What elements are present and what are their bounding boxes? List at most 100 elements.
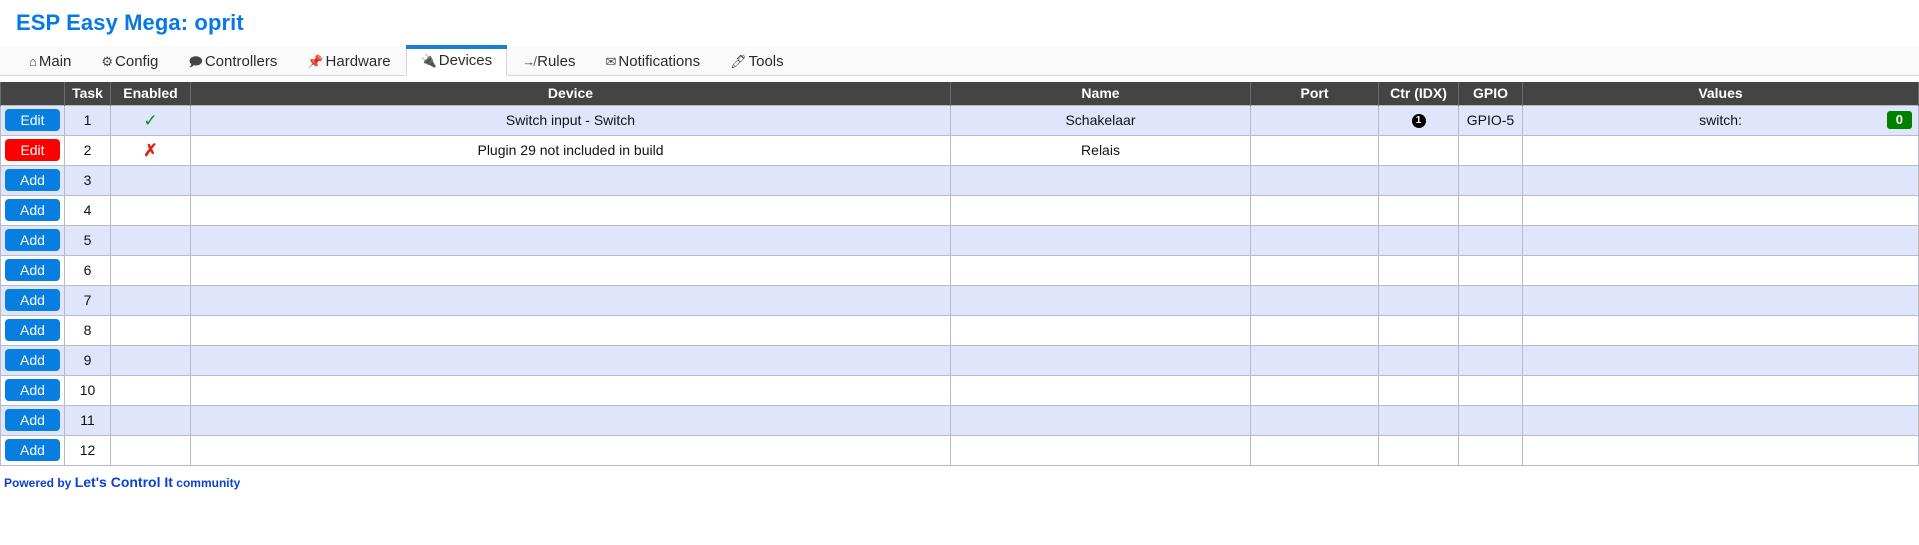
envelope-icon: ✉ [605,53,617,69]
cell-action: Add [0,284,65,316]
tab-hardware[interactable]: 📌 Hardware [292,46,405,75]
cell-enabled [110,374,191,406]
cell-port [1250,224,1379,256]
table-row: Add 6 [0,254,1919,286]
table-row: Add 4 [0,194,1919,226]
cell-task-number: 2 [64,134,111,166]
wrench-icon: 🖊 [730,53,747,69]
table-row: Add 10 [0,374,1919,406]
cell-name [950,374,1251,406]
cell-device [190,254,951,286]
cell-port [1250,104,1379,136]
arrow-branch-icon: ↛ [522,53,536,69]
add-task-button[interactable]: Add [5,409,60,431]
table-row: Add 12 [0,434,1919,466]
cell-gpio [1458,134,1523,166]
cell-ctr-idx [1378,284,1459,316]
cell-enabled [110,344,191,376]
tab-notifications[interactable]: ✉ Notifications [590,46,715,75]
cell-gpio [1458,284,1523,316]
cell-action: Add [0,194,65,226]
cell-action: Add [0,344,65,376]
cell-name: Schakelaar [950,104,1251,136]
add-task-button[interactable]: Add [5,199,60,221]
tab-devices[interactable]: 🔌 Devices [405,45,508,76]
checkmark-icon: ✓ [143,110,158,130]
cell-values [1522,284,1919,316]
tab-controllers[interactable]: 🗩 Controllers [173,46,292,75]
cell-task-number: 10 [64,374,111,406]
cell-name [950,284,1251,316]
table-row: Add 9 [0,344,1919,376]
cell-task-number: 6 [64,254,111,286]
table-body: Edit 1 ✓ Switch input - Switch Schakelaar 1 GP… [0,104,1919,466]
cell-action: Add [0,254,65,286]
footer-suffix: community [176,475,241,490]
cell-port [1250,254,1379,286]
cell-task-number: 4 [64,194,111,226]
tab-label: Notifications [618,52,701,70]
column-header-name: Name [950,82,1251,105]
edit-task-button[interactable]: Edit [5,109,60,131]
cell-task-number: 9 [64,344,111,376]
cell-port [1250,134,1379,166]
cell-device [190,404,951,436]
column-header-task: Task [64,82,111,105]
cell-action: Add [0,434,65,466]
cell-port [1250,434,1379,466]
cell-gpio [1458,434,1523,466]
cell-name [950,164,1251,196]
column-header-values: Values [1522,82,1919,105]
add-task-button[interactable]: Add [5,349,60,371]
cell-device [190,314,951,346]
cell-enabled [110,164,191,196]
table-row: Add 7 [0,284,1919,316]
table-row: Add 11 [0,404,1919,436]
cell-task-number: 7 [64,284,111,316]
column-header-action [0,82,65,105]
cell-gpio: GPIO-5 [1458,104,1523,136]
tab-rules[interactable]: ↛ Rules [507,46,590,75]
main-navigation: ⌂ Main ⚙ Config 🗩 Controllers 📌 Hardware 🔌 Device… [0,45,1919,76]
column-header-gpio: GPIO [1458,82,1523,105]
cell-device [190,164,951,196]
column-header-device: Device [190,82,951,105]
add-task-button[interactable]: Add [5,169,60,191]
cell-name [950,224,1251,256]
cell-port [1250,164,1379,196]
cell-enabled [110,314,191,346]
cell-ctr-idx [1378,344,1459,376]
add-task-button[interactable]: Add [5,439,60,461]
cell-values: switch: 0 [1522,104,1919,136]
cell-action: Add [0,404,65,436]
tab-label: Hardware [325,52,391,70]
add-task-button[interactable]: Add [5,319,60,341]
value-badge: 0 [1886,111,1912,129]
footer-prefix: Powered by [4,475,72,490]
cell-ctr-idx [1378,374,1459,406]
cell-gpio [1458,194,1523,226]
cell-ctr-idx [1378,134,1459,166]
cell-values [1522,194,1919,226]
tab-config[interactable]: ⚙ Config [86,46,173,75]
table-row: Add 8 [0,314,1919,346]
add-task-button[interactable]: Add [5,379,60,401]
cell-device [190,194,951,226]
add-task-button[interactable]: Add [5,229,60,251]
cell-ctr-idx [1378,224,1459,256]
add-task-button[interactable]: Add [5,289,60,311]
gear-icon: ⚙ [101,53,114,69]
cell-values [1522,374,1919,406]
cell-ctr-idx [1378,194,1459,226]
edit-task-button[interactable]: Edit [5,139,60,161]
value-label: switch: [1699,112,1742,128]
cell-port [1250,374,1379,406]
cell-task-number: 5 [64,224,111,256]
tab-tools[interactable]: 🖊 Tools [715,46,799,75]
tab-label: Config [115,52,159,70]
tab-main[interactable]: ⌂ Main [14,46,86,75]
add-task-button[interactable]: Add [5,259,60,281]
footer-brand-link[interactable]: Let's Control It [75,474,173,490]
table-header: Task Enabled Device Name Port Ctr (IDX) GPIO Va… [0,82,1919,105]
cell-enabled [110,194,191,226]
